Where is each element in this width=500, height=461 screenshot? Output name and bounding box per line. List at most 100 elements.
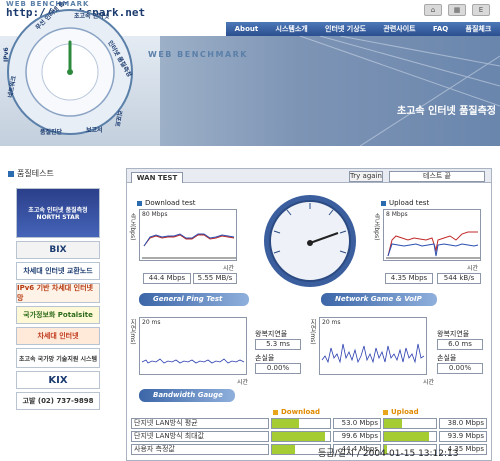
download-line-red <box>143 234 235 247</box>
ping-y-label: 지연(ms) <box>129 319 136 345</box>
game-y-label: 지연(ms) <box>309 319 316 345</box>
dial-label-bottom-right[interactable]: 보고서 <box>86 126 103 134</box>
bw-ul-fill <box>384 419 403 428</box>
bw-dl-bar <box>271 418 331 429</box>
download-mbs: 5.55 MB/s <box>193 273 237 284</box>
upload-x-label: 시간 <box>467 265 479 272</box>
dial-label-top[interactable]: 초고속 인터넷 <box>74 12 110 20</box>
game-line <box>321 343 425 364</box>
download-scale: 80 Mbps <box>142 211 168 218</box>
dial-label-left2[interactable]: IPv6 <box>3 47 10 62</box>
game-x-label: 시간 <box>423 379 435 386</box>
bullet-icon <box>381 200 386 206</box>
nav-about[interactable]: About <box>235 25 259 33</box>
bw-ul-value: 93.9 Mbps <box>439 431 487 442</box>
sidebar-title: 품질테스트 <box>8 168 54 179</box>
sidebar-link-kix[interactable]: KIX <box>16 371 100 389</box>
upload-mbps: 4.35 Mbps <box>385 273 433 284</box>
bw-dl-bar <box>271 431 331 442</box>
wan-test-panel: WAN TEST Try again 테스트 끝 Download test 속… <box>126 168 492 461</box>
bw-dl-value: 53.0 Mbps <box>333 418 381 429</box>
bw-dl-value: 99.6 Mbps <box>333 431 381 442</box>
tab-row: WAN TEST Try again 테스트 끝 <box>127 169 491 183</box>
ping-test-band: General Ping Test <box>139 293 249 306</box>
bw-ul-bar <box>383 418 437 429</box>
nav-check[interactable]: 품질체크 <box>466 24 492 34</box>
sidebar-link-bix[interactable]: BIX <box>16 241 100 259</box>
sidebar-link-nextgen[interactable]: 차세대 인터넷 <box>16 327 100 345</box>
square-bullet-icon <box>8 170 14 177</box>
top-icons: ⌂ ▦ E <box>424 4 490 16</box>
game-rtt-label: 왕복지연율 <box>437 330 470 338</box>
top-nav: About 시스템소개 인터넷 기상도 관련사이트 FAQ 품질체크 <box>226 22 500 36</box>
bw-dl-fill <box>272 445 296 454</box>
bullet-icon <box>383 409 388 415</box>
nav-related[interactable]: 관련사이트 <box>383 24 415 34</box>
bw-row-label: 단지넷 LAN방식 평균 <box>131 418 269 429</box>
sidebar-link-northstar[interactable]: 초고속 인터넷 품질측정 NORTH STAR <box>16 188 100 238</box>
game-scale: 20 ms <box>322 319 341 326</box>
sidebar-link-exchange[interactable]: 차세대 인터넷 교환노드 <box>16 262 100 280</box>
bw-ul-value: 38.0 Mbps <box>439 418 487 429</box>
bw-ul-bar <box>383 431 437 442</box>
speed-gauge <box>264 195 356 287</box>
test-status-field: 테스트 끝 <box>389 171 485 182</box>
sidebar-link-ipv6[interactable]: IPv6 기반 차세대 인터넷망 <box>16 283 100 303</box>
upload-title: Upload test <box>381 199 429 207</box>
gauge-pivot <box>307 240 313 246</box>
dial-label-bottom[interactable]: 품질진단 <box>40 128 63 136</box>
nav-system[interactable]: 시스템소개 <box>276 24 308 34</box>
nav-faq[interactable]: FAQ <box>433 25 448 33</box>
ping-x-label: 시간 <box>237 379 249 386</box>
bw-upload-head: Upload <box>383 408 419 416</box>
home-icon[interactable]: ⌂ <box>424 4 442 16</box>
upload-graph: 8 Mbps <box>383 209 481 261</box>
download-y-label: 속도(bps) <box>129 213 136 241</box>
bullet-icon <box>273 409 278 415</box>
bw-row: 단지넷 LAN방식 평균 53.0 Mbps 38.0 Mbps <box>131 418 487 429</box>
dial-pivot <box>67 69 73 75</box>
game-plot <box>321 343 425 364</box>
bw-dl-fill <box>272 419 300 428</box>
game-loss-label: 손실율 <box>437 354 457 362</box>
tab-wan-test[interactable]: WAN TEST <box>131 172 183 183</box>
ping-graph: 20 ms <box>139 317 247 375</box>
logo-text-bottom: WEB BENCHMARK <box>148 50 249 59</box>
bw-row: 단지넷 LAN방식 최대값 99.6 Mbps 93.9 Mbps <box>131 431 487 442</box>
sidebar-link-support[interactable]: 초고속 국가망 기술지원 시스템 <box>16 348 100 368</box>
ping-loss-value: 0.00% <box>255 363 301 374</box>
try-again-button[interactable]: Try again <box>349 171 383 182</box>
download-x-label: 시간 <box>223 265 235 272</box>
bw-ul-fill <box>384 432 430 441</box>
ping-line <box>141 358 245 364</box>
bw-row-label: 사용자 측정값 <box>131 444 269 455</box>
sidebar-link-potal[interactable]: 국가정보화 Potalsite <box>16 306 100 324</box>
upload-kbs: 544 kB/s <box>437 273 481 284</box>
download-mbps: 44.4 Mbps <box>143 273 191 284</box>
nav-weather[interactable]: 인터넷 기상도 <box>325 24 366 34</box>
ping-plot <box>141 358 245 364</box>
bandwidth-band: Bandwidth Gauge <box>139 389 235 402</box>
upload-y-label: 속도(bps) <box>373 213 380 241</box>
sidebar-link-phone[interactable]: 고발 (02) 737-9898 <box>16 392 100 410</box>
nav-dial: 무선 인터넷 품질측정 초고속 인터넷 인터넷 품질측정 리포트 보고서 품질진… <box>0 0 140 142</box>
ping-scale: 20 ms <box>142 319 161 326</box>
download-title: Download test <box>137 199 195 207</box>
sitemap-icon[interactable]: ▦ <box>448 4 466 16</box>
footer-meta: 등급/일시 / 2004-01-15 13:12:13 <box>318 449 459 459</box>
english-icon[interactable]: E <box>472 4 490 16</box>
upload-line-blue <box>387 243 479 257</box>
game-graph: 20 ms <box>319 317 427 375</box>
ping-loss-label: 손실율 <box>255 354 275 362</box>
game-loss-value: 0.00% <box>437 363 483 374</box>
game-rtt-value: 6.0 ms <box>437 339 483 350</box>
banner-title: 초고속 인터넷 품질측정 <box>397 106 496 117</box>
download-graph: 80 Mbps <box>139 209 237 261</box>
ping-rtt-value: 5.3 ms <box>255 339 301 350</box>
dial-svg: 무선 인터넷 품질측정 초고속 인터넷 인터넷 품질측정 리포트 보고서 품질진… <box>3 0 134 136</box>
bw-dl-fill <box>272 432 326 441</box>
download-line-blue <box>143 233 235 247</box>
game-test-band: Network Game & VoIP Test <box>321 293 437 316</box>
upload-scale: 8 Mbps <box>386 211 408 218</box>
bw-download-head: Download <box>273 408 320 416</box>
